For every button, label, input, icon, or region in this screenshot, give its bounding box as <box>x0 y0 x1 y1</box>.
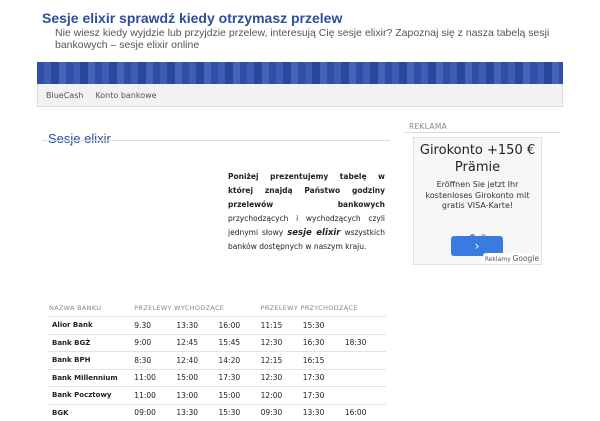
table-row: Alior Bank 9.30 13:30 16:00 11:15 15:30 <box>48 316 386 334</box>
time-cell <box>343 316 386 334</box>
bank-name-cell: Bank BPH <box>48 351 134 369</box>
time-cell <box>343 351 386 369</box>
bank-name-cell: Bank Millennium <box>48 368 134 387</box>
time-cell: 12:15 <box>259 351 302 369</box>
time-cell: 17:30 <box>217 368 260 387</box>
time-cell: 12:45 <box>175 333 218 352</box>
header-banner <box>37 62 563 84</box>
site-description: Nie wiesz kiedy wyjdzie lub przyjdzie pr… <box>55 27 550 51</box>
header-outgoing: PRZELEWY WYCHODZĄCE <box>134 304 225 312</box>
time-cell: 15:00 <box>175 368 218 387</box>
table-row: BGK 09:00 13:30 15:30 09:30 13:30 16:00 <box>48 403 386 421</box>
table-row: Bank BPH 8:30 12:40 14:20 12:15 16:15 <box>48 351 386 369</box>
google-ads-badge[interactable]: Reklamy Google <box>482 253 541 264</box>
time-cell: 11:00 <box>133 386 176 404</box>
advertisement[interactable]: Girokonto +150 € Prämie Eröffnen Sie jet… <box>413 137 542 265</box>
bank-name-cell: Alior Bank <box>48 316 134 334</box>
header-incoming: PRZELEWY PRZYCHODZĄCE <box>260 304 358 312</box>
site-title[interactable]: Sesje elixir sprawdź kiedy otrzymasz prz… <box>42 10 342 26</box>
time-cell: 16:15 <box>301 351 344 369</box>
time-cell: 11:00 <box>133 368 176 387</box>
bank-name-cell: BGK <box>48 403 134 421</box>
post-title-divider <box>42 140 390 141</box>
header-bank-name: NAZWA BANKU <box>49 304 102 312</box>
post-intro: Poniżej prezentujemy tabelę w której zna… <box>228 170 385 254</box>
time-cell: 8:30 <box>133 351 176 369</box>
ad-label-divider <box>405 132 560 133</box>
time-cell: 13:30 <box>175 403 218 421</box>
time-cell: 12:30 <box>259 333 302 352</box>
time-cell <box>343 368 386 387</box>
time-cell: 16:30 <box>301 333 344 352</box>
time-cell: 11:15 <box>259 316 302 334</box>
time-cell: 13:30 <box>175 316 218 334</box>
time-cell: 13:30 <box>301 403 344 421</box>
table-row: Bank Millennium 11:00 15:00 17:30 12:30 17:30 <box>48 368 386 387</box>
time-cell: 15:30 <box>301 316 344 334</box>
time-cell <box>343 386 386 404</box>
ad-label: REKLAMA <box>409 122 448 131</box>
bank-name-cell: Bank Pocztowy <box>48 386 134 404</box>
nav-item-bluecash[interactable]: BlueCash <box>46 91 83 100</box>
time-cell: 14:20 <box>217 351 260 369</box>
ad-mark-prefix: Reklamy <box>484 256 511 263</box>
table-row: Bank BGŻ 9:00 12:45 15:45 12:30 16:30 18:30 <box>48 333 386 352</box>
time-cell: 12:30 <box>259 368 302 387</box>
time-cell: 9:00 <box>133 333 176 352</box>
time-cell: 18:30 <box>343 333 386 352</box>
bank-name-cell: Bank BGŻ <box>48 333 134 352</box>
intro-bold-text: Poniżej prezentujemy tabelę w której zna… <box>228 171 385 209</box>
time-cell: 17:30 <box>301 386 344 404</box>
time-cell: 16:00 <box>217 316 260 334</box>
time-cell: 15:45 <box>217 333 260 352</box>
table-header-row: NAZWA BANKU PRZELEWY WYCHODZĄCE PRZELEWY… <box>48 300 386 317</box>
time-cell: 13:00 <box>175 386 218 404</box>
google-logo: Google <box>512 254 539 263</box>
time-cell: 09:00 <box>133 403 176 421</box>
time-cell: 17:30 <box>301 368 344 387</box>
time-cell: 09:30 <box>259 403 302 421</box>
time-cell: 9.30 <box>133 316 176 334</box>
main-nav: BlueCash Konto bankowe <box>37 84 563 107</box>
time-cell: 15:30 <box>217 403 260 421</box>
time-cell: 16:00 <box>343 403 386 421</box>
nav-item-konto-bankowe[interactable]: Konto bankowe <box>95 91 156 100</box>
intro-emphasis: sesje elixir <box>287 227 341 238</box>
table-row: Bank Pocztowy 11:00 13:00 15:00 12:00 17:30 <box>48 386 386 404</box>
time-cell: 12:00 <box>259 386 302 404</box>
time-cell: 12:40 <box>175 351 218 369</box>
ad-headline[interactable]: Girokonto +150 € Prämie <box>414 142 541 176</box>
ad-body: Eröffnen Sie jetzt Ihr kostenloses Girok… <box>425 180 530 210</box>
time-cell: 15:00 <box>217 386 260 404</box>
sessions-table: NAZWA BANKU PRZELEWY WYCHODZĄCE PRZELEWY… <box>48 300 386 421</box>
post-title: Sesje elixir <box>48 130 111 146</box>
